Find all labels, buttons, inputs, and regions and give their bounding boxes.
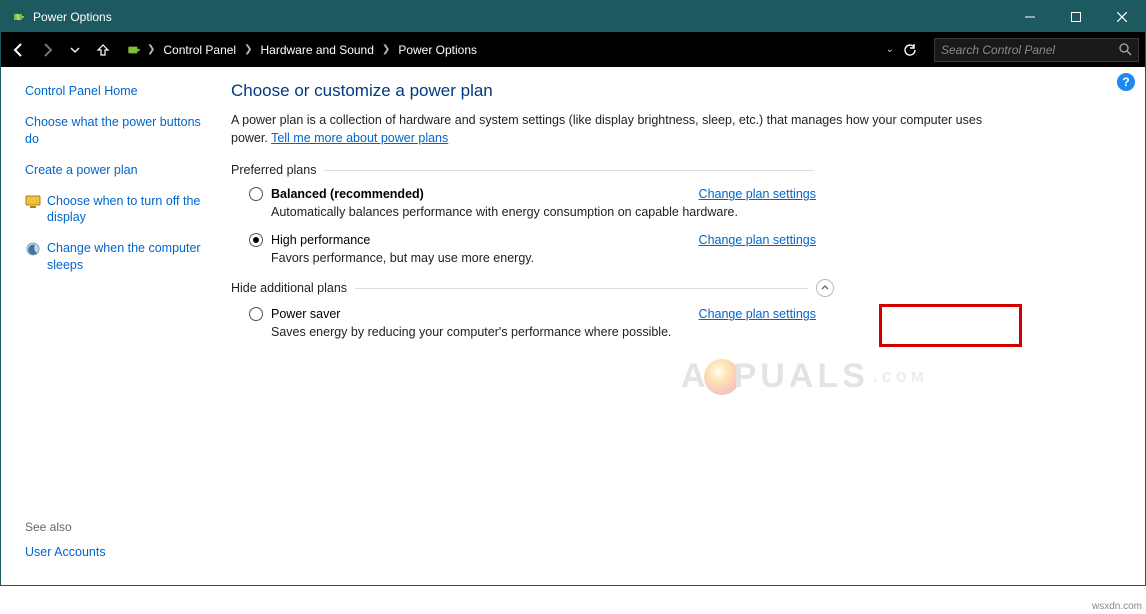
chevron-right-icon: ❯ [147,44,155,55]
preferred-plans-text: Preferred plans [231,163,316,177]
battery-icon [11,9,27,25]
change-plan-saver[interactable]: Change plan settings [699,307,816,321]
change-plan-balanced[interactable]: Change plan settings [699,187,816,201]
plan-high-name: High performance [271,233,370,247]
breadcrumb-root[interactable]: Control Panel [157,41,242,59]
plan-balanced-name: Balanced (recommended) [271,187,424,201]
titlebar: Power Options [1,1,1145,32]
refresh-button[interactable] [898,38,922,62]
search-placeholder: Search Control Panel [941,43,1119,57]
watermark: APUALS.сом [681,357,928,396]
page-description: A power plan is a collection of hardware… [231,111,991,147]
sidebar: Control Panel Home Choose what the power… [1,67,211,585]
plan-balanced: Balanced (recommended) Change plan setti… [231,187,816,219]
nav-up-button[interactable] [91,38,115,62]
close-button[interactable] [1099,1,1145,32]
sidebar-link-power-buttons[interactable]: Choose what the power buttons do [25,114,201,148]
nav-forward-button[interactable] [35,38,59,62]
power-options-window: Power Options ❯ Control Panel ❯ Hardware… [0,0,1146,586]
monitor-icon [25,194,41,210]
nav-recent-dropdown[interactable] [63,38,87,62]
see-also-heading: See also [25,520,201,534]
learn-more-link[interactable]: Tell me more about power plans [271,131,448,145]
page-heading: Choose or customize a power plan [231,81,1125,101]
search-icon [1119,43,1132,56]
sidebar-link-create-plan[interactable]: Create a power plan [25,162,201,179]
radio-power-saver[interactable] [249,307,263,321]
main-panel: Choose or customize a power plan A power… [211,67,1145,585]
change-plan-high[interactable]: Change plan settings [699,233,816,247]
breadcrumb-leaf[interactable]: Power Options [392,41,483,59]
annotation-highlight [879,304,1022,347]
plan-saver-desc: Saves energy by reducing your computer's… [271,325,816,339]
battery-icon [125,41,143,59]
chevron-right-icon: ❯ [382,44,390,55]
control-panel-home-link[interactable]: Control Panel Home [25,83,201,100]
radio-balanced[interactable] [249,187,263,201]
plan-balanced-desc: Automatically balances performance with … [271,205,816,219]
sidebar-link-sleep[interactable]: Change when the computer sleeps [47,240,201,274]
address-bar[interactable]: ❯ Control Panel ❯ Hardware and Sound ❯ P… [125,41,882,59]
chevron-down-icon[interactable]: ⌄ [886,44,894,55]
radio-high-performance[interactable] [249,233,263,247]
window-title: Power Options [33,10,1007,24]
chevron-right-icon: ❯ [244,44,252,55]
hide-additional-text: Hide additional plans [231,281,347,295]
search-input[interactable]: Search Control Panel [934,38,1139,62]
sidebar-link-turn-off-display[interactable]: Choose when to turn off the display [47,193,201,227]
plan-saver-name: Power saver [271,307,340,321]
plan-power-saver: Power saver Change plan settings Saves e… [231,307,816,339]
moon-icon [25,241,41,257]
content-body: ? Control Panel Home Choose what the pow… [1,67,1145,585]
breadcrumb-mid[interactable]: Hardware and Sound [255,41,380,59]
nav-back-button[interactable] [7,38,31,62]
navbar: ❯ Control Panel ❯ Hardware and Sound ❯ P… [1,32,1145,67]
plan-high-performance: High performance Change plan settings Fa… [231,233,816,265]
preferred-plans-label: Preferred plans [231,163,1125,177]
hide-additional-label: Hide additional plans [231,279,834,297]
attribution-text: wsxdn.com [1092,601,1142,612]
plan-high-desc: Favors performance, but may use more ene… [271,251,816,265]
collapse-icon[interactable] [816,279,834,297]
minimize-button[interactable] [1007,1,1053,32]
see-also-user-accounts[interactable]: User Accounts [25,544,201,561]
maximize-button[interactable] [1053,1,1099,32]
